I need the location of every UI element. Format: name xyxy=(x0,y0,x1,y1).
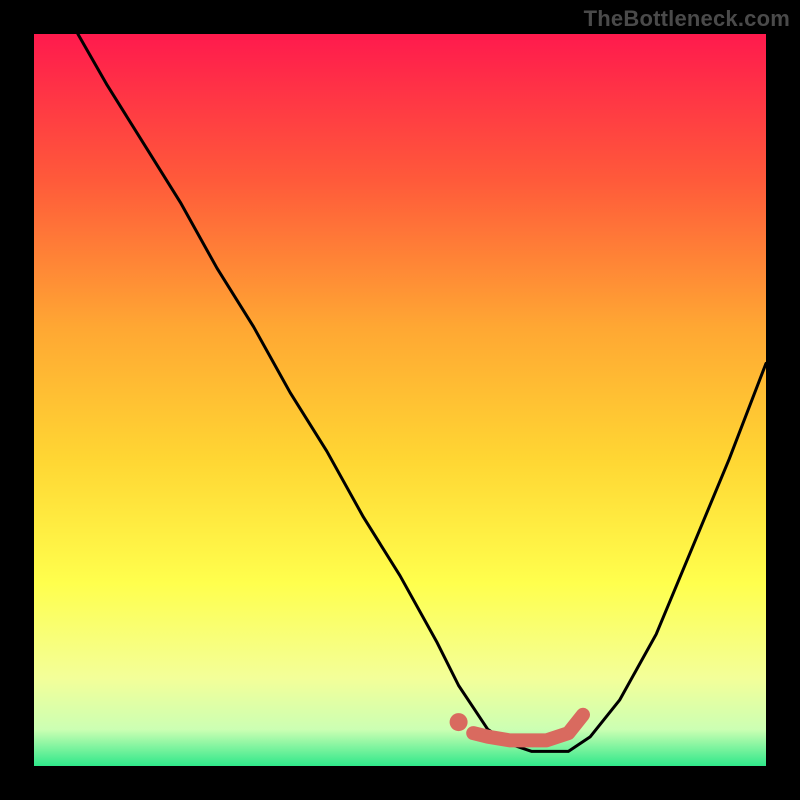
plot-area xyxy=(34,34,766,766)
chart-frame: TheBottleneck.com xyxy=(0,0,800,800)
marker-point xyxy=(450,713,468,731)
watermark-text: TheBottleneck.com xyxy=(584,6,790,32)
chart-svg xyxy=(34,34,766,766)
